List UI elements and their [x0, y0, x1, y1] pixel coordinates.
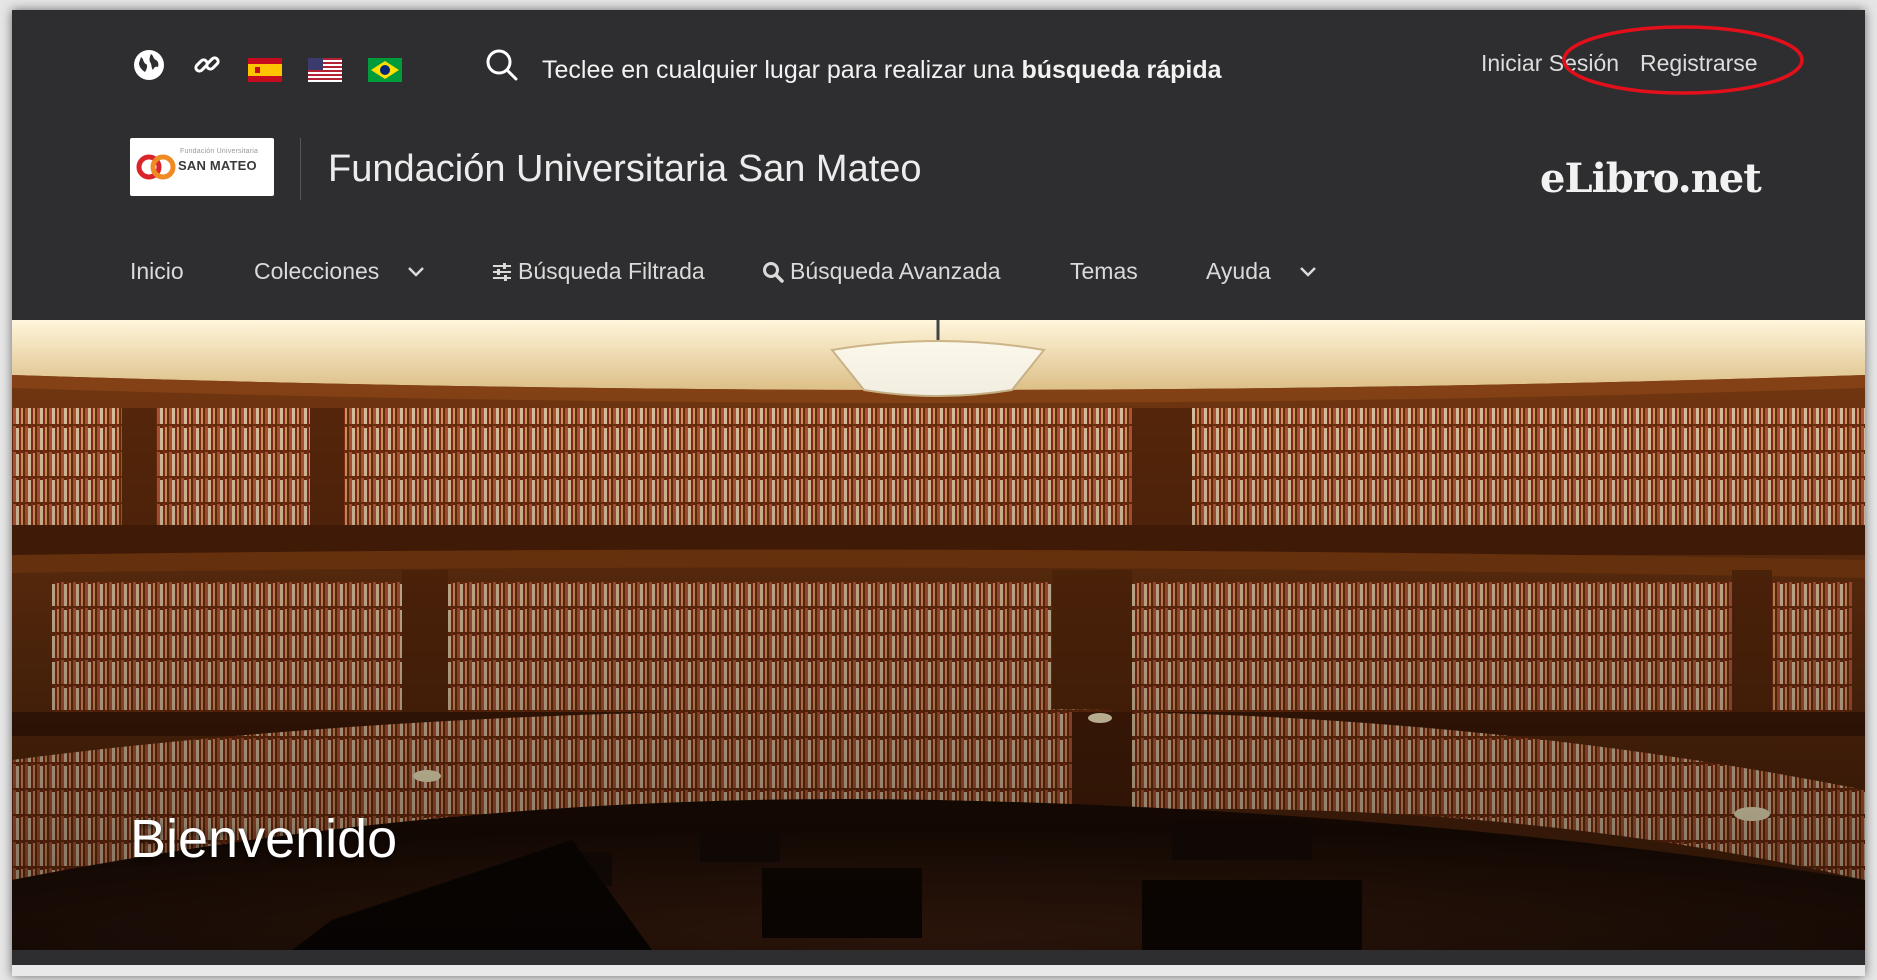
nav-temas[interactable]: Temas: [1070, 258, 1138, 285]
nav-inicio-label: Inicio: [130, 258, 184, 284]
nav-ayuda[interactable]: Ayuda: [1206, 258, 1317, 285]
highlight-circle: [1562, 25, 1804, 95]
nav-colecciones-label: Colecciones: [254, 258, 380, 284]
top-bar: Teclee en cualquier lugar para realizar …: [12, 10, 1865, 120]
flag-brazil-icon[interactable]: [368, 58, 402, 82]
logo-text: SAN MATEO: [178, 158, 257, 173]
university-logo[interactable]: Fundación Universitaria SAN MATEO: [130, 138, 274, 196]
search-hint-bold: búsqueda rápida: [1021, 56, 1222, 84]
site-title: Fundación Universitaria San Mateo: [328, 148, 922, 190]
hero-banner: Bienvenido: [12, 320, 1865, 950]
screenshot-frame: Teclee en cualquier lugar para realizar …: [12, 10, 1865, 976]
sliders-icon: [493, 262, 511, 281]
globe-icon[interactable]: [132, 48, 166, 82]
nav-busqueda-avanzada[interactable]: Búsqueda Avanzada: [762, 258, 1001, 285]
flag-usa-icon[interactable]: [308, 58, 342, 82]
logo-small-text: Fundación Universitaria: [180, 148, 259, 155]
main-nav: Inicio Colecciones Búsqueda Filtrada Bús…: [12, 250, 1865, 302]
nav-temas-label: Temas: [1070, 258, 1138, 284]
brand-divider: [300, 138, 301, 200]
quick-search-hint[interactable]: Teclee en cualquier lugar para realizar …: [542, 56, 1222, 85]
hero-title: Bienvenido: [130, 809, 398, 869]
search-hint-text: Teclee en cualquier lugar para realizar …: [542, 56, 1022, 84]
nav-inicio[interactable]: Inicio: [130, 258, 184, 285]
search-icon[interactable]: [482, 45, 522, 85]
search-icon: [763, 261, 784, 283]
link-icon[interactable]: [190, 48, 224, 82]
elibro-logo[interactable]: eLibro.net: [1540, 155, 1762, 202]
nav-busqueda-filtrada[interactable]: Búsqueda Filtrada: [492, 258, 705, 285]
flag-spain-icon[interactable]: [248, 58, 282, 82]
nav-busqueda-avanzada-label: Búsqueda Avanzada: [790, 258, 1001, 284]
logo-mark-icon: [136, 154, 176, 180]
chevron-down-icon: [1299, 266, 1316, 277]
chevron-down-icon: [408, 266, 425, 277]
nav-ayuda-label: Ayuda: [1206, 258, 1271, 284]
nav-busqueda-filtrada-label: Búsqueda Filtrada: [518, 258, 705, 284]
nav-colecciones[interactable]: Colecciones: [254, 258, 425, 285]
site-page: Teclee en cualquier lugar para realizar …: [12, 10, 1865, 965]
bottom-strip: [12, 965, 1865, 976]
